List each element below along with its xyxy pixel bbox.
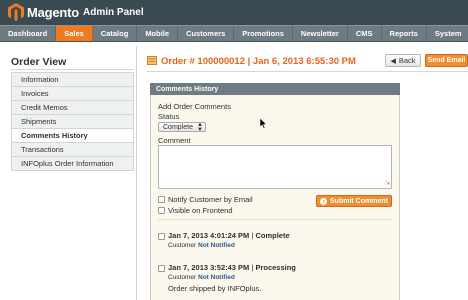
- history-notified-status: Not Notified: [198, 274, 235, 281]
- history-entry-status: Complete: [255, 231, 290, 240]
- nav-dashboard[interactable]: Dashboard: [0, 26, 57, 41]
- nav-cms[interactable]: CMS: [348, 26, 382, 41]
- status-select[interactable]: Complete ▲ ▼: [158, 122, 206, 133]
- sidebar-tabs: Information Invoices Credit Memos Shipme…: [11, 72, 134, 171]
- nav-customers[interactable]: Customers: [178, 26, 235, 41]
- nav-sales[interactable]: Sales: [56, 26, 93, 41]
- mouse-cursor-icon: [260, 118, 268, 129]
- sidebar-title: Order View: [11, 56, 67, 68]
- history-entry-header: Jan 7, 2013 4:01:24 PM | Complete: [168, 231, 290, 240]
- history-entry-comment: Order shipped by INFOplus.: [168, 284, 262, 293]
- history-entry-notify: Customer Not Notified: [168, 274, 235, 281]
- history-entry-checkbox[interactable]: [158, 265, 165, 272]
- submit-comment-button[interactable]: › Submit Comment: [316, 195, 392, 207]
- nav-promotions[interactable]: Promotions: [234, 26, 293, 41]
- submit-plus-icon: ›: [320, 197, 328, 205]
- sidebar-item-information[interactable]: Information: [12, 73, 133, 87]
- admin-header: Magento Admin Panel: [0, 0, 468, 25]
- status-select-value: Complete: [163, 123, 193, 131]
- sidebar-item-transactions[interactable]: Transactions: [12, 143, 133, 157]
- header-divider: [147, 71, 468, 72]
- resize-handle-icon[interactable]: ⇲: [385, 180, 390, 187]
- nav-reports[interactable]: Reports: [382, 26, 427, 41]
- column-divider: [136, 46, 137, 300]
- nav-mobile[interactable]: Mobile: [137, 26, 179, 41]
- history-customer-prefix: Customer: [168, 274, 197, 281]
- visible-frontend-label: Visible on Frontend: [168, 206, 233, 215]
- main-nav: Dashboard Sales Catalog Mobile Customers…: [0, 25, 468, 42]
- order-title: Order # 100000012 | Jan 6, 2013 6:55:30 …: [161, 56, 356, 67]
- logo-subtitle: Admin Panel: [83, 6, 144, 18]
- sidebar-item-credit-memos[interactable]: Credit Memos: [12, 101, 133, 115]
- history-entry-notify: Customer Not Notified: [168, 242, 235, 249]
- order-icon: [147, 56, 157, 65]
- history-entry-header: Jan 7, 2013 3:52:43 PM | Processing: [168, 263, 296, 272]
- comments-history-header: Comments History: [150, 83, 400, 95]
- sidebar-item-comments-history[interactable]: Comments History: [12, 129, 133, 143]
- comment-textarea[interactable]: ⇲: [158, 145, 392, 189]
- add-comments-title: Add Order Comments: [158, 102, 231, 111]
- logo-text: Magento: [27, 4, 80, 20]
- history-notified-status: Not Notified: [198, 242, 235, 249]
- sidebar-divider: [11, 69, 134, 70]
- magento-logo[interactable]: Magento Admin Panel: [8, 3, 144, 21]
- visible-frontend-checkbox[interactable]: [158, 207, 165, 214]
- magento-logo-icon: [8, 3, 24, 21]
- comment-label: Comment: [158, 136, 191, 145]
- back-button[interactable]: ◀ Back: [385, 54, 421, 67]
- history-entry-date: Jan 7, 2013 3:52:43 PM: [168, 263, 250, 272]
- submit-comment-label: Submit Comment: [330, 197, 388, 205]
- history-separator: [158, 219, 392, 220]
- sidebar-item-infoplus[interactable]: INFOplus Order Information: [12, 157, 133, 171]
- back-button-label: Back: [398, 56, 416, 65]
- nav-newsletter[interactable]: Newsletter: [293, 26, 348, 41]
- notify-customer-label: Notify Customer by Email: [168, 195, 253, 204]
- history-entry-status: Processing: [255, 263, 296, 272]
- sidebar-item-invoices[interactable]: Invoices: [12, 87, 133, 101]
- back-arrow-icon: ◀: [390, 57, 396, 65]
- history-customer-prefix: Customer: [168, 242, 197, 249]
- send-email-button[interactable]: Send Email: [425, 54, 468, 67]
- notify-customer-checkbox[interactable]: [158, 196, 165, 203]
- select-arrows-icon: ▲ ▼: [197, 122, 203, 133]
- history-entry-date: Jan 7, 2013 4:01:24 PM: [168, 231, 250, 240]
- status-label: Status: [158, 112, 180, 121]
- nav-system[interactable]: System: [427, 26, 468, 41]
- nav-catalog[interactable]: Catalog: [93, 26, 138, 41]
- history-entry-checkbox[interactable]: [158, 233, 165, 240]
- sidebar-item-shipments[interactable]: Shipments: [12, 115, 133, 129]
